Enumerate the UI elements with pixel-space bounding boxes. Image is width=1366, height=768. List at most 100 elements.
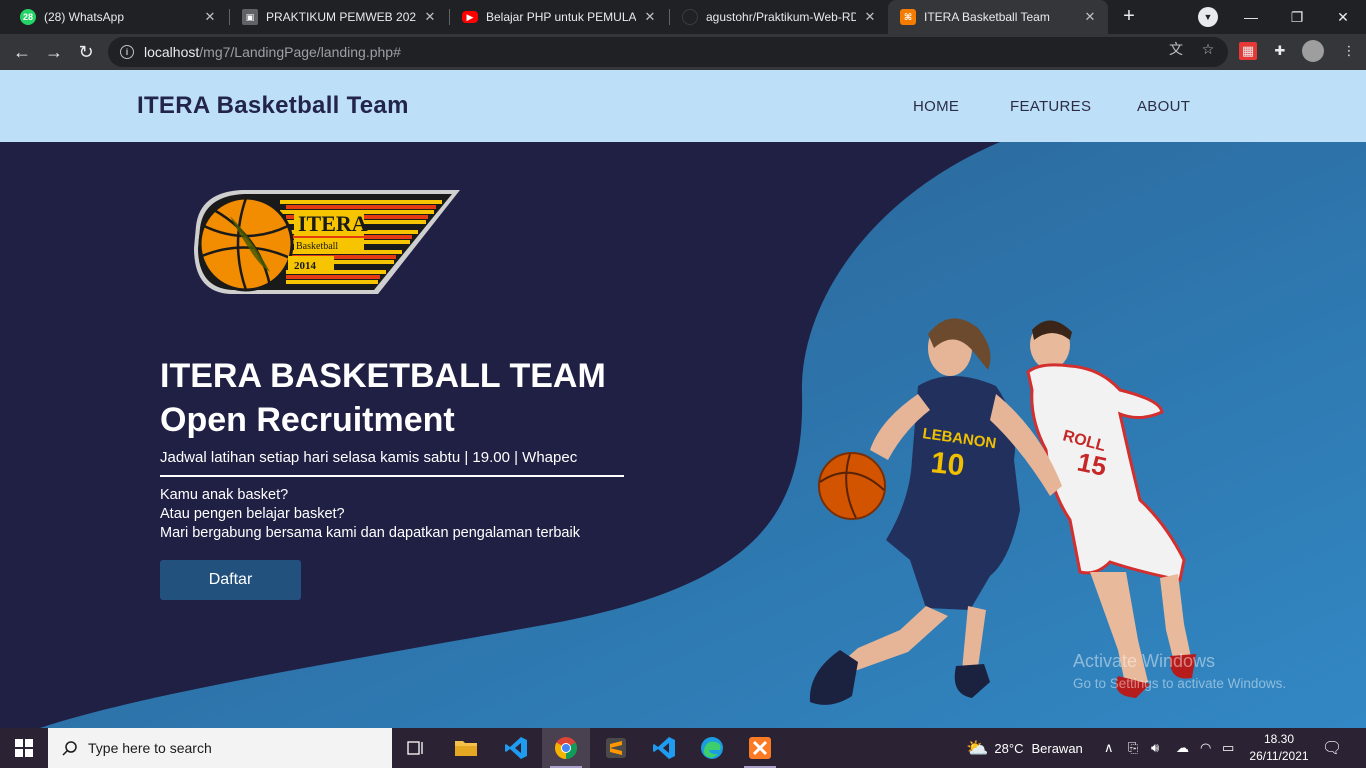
tab-praktikum[interactable]: ▣ PRAKTIKUM PEMWEB 2021 R ✕	[230, 0, 448, 34]
weather-desc: Berawan	[1031, 740, 1083, 756]
hero-title-line1: ITERA BASKETBALL TEAM	[160, 357, 606, 395]
volume-icon[interactable]: 🔊︎	[1151, 728, 1159, 768]
clock-time: 18.30	[1263, 732, 1295, 746]
hero-schedule: Jadwal latihan setiap hari selasa kamis …	[160, 449, 578, 466]
tab-github[interactable]: agustohr/Praktikum-Web-RD ✕	[670, 0, 888, 34]
jersey-right-number: 15	[1075, 447, 1110, 482]
nav-home[interactable]: HOME	[913, 98, 959, 115]
notifications-icon[interactable]: 🗨︎	[1322, 728, 1342, 768]
xampp-icon	[749, 737, 771, 759]
taskbar-search[interactable]: Type here to search	[48, 728, 392, 768]
weather-temp: 28°C	[994, 740, 1024, 756]
tab-title: Belajar PHP untuk PEMULA |	[486, 10, 636, 24]
extension-red-icon[interactable]: ▦	[1239, 42, 1257, 60]
folder-icon	[455, 741, 477, 756]
clock-date: 26/11/2021	[1249, 749, 1309, 763]
tab-whatsapp[interactable]: 28 (28) WhatsApp ✕	[8, 0, 228, 34]
activate-windows-subtitle: Go to Settings to activate Windows.	[1073, 676, 1287, 691]
windows-taskbar: Type here to search ⛅ 28°C Berawan ∧ ⎘ 🔊…	[0, 728, 1366, 768]
classroom-icon: ▣	[242, 9, 258, 25]
edge-icon	[701, 737, 723, 759]
basketball-players-image: ROLL 15 LEBANON 10	[809, 318, 1196, 705]
vscode-icon	[653, 737, 675, 759]
vscode-icon	[505, 737, 527, 759]
jersey-left-number: 10	[929, 446, 966, 482]
windows-logo-icon	[15, 739, 33, 757]
address-bar[interactable]: i localhost/mg7/LandingPage/landing.php#	[108, 37, 1228, 67]
partly-cloudy-icon: ⛅	[966, 737, 989, 758]
nav-features[interactable]: FEATURES	[1010, 98, 1091, 115]
back-button[interactable]: ←	[8, 38, 36, 66]
player-left: LEBANON 10	[809, 318, 1062, 705]
close-icon[interactable]: ✕	[202, 9, 218, 25]
taskbar-vscode-2[interactable]	[640, 728, 688, 768]
tray-chevron-icon[interactable]: ∧	[1104, 728, 1114, 768]
desc-line: Mari bergabung bersama kami dan dapatkan…	[160, 525, 580, 541]
daftar-button[interactable]: Daftar	[160, 560, 301, 600]
taskbar-edge[interactable]	[688, 728, 736, 768]
hero-title-line2: Open Recruitment	[160, 401, 455, 439]
activate-windows-title: Activate Windows	[1073, 651, 1216, 671]
translate-icon[interactable]: 文	[1167, 40, 1185, 58]
wifi-icon[interactable]: ◠	[1200, 728, 1211, 768]
logo-word: ITERA	[298, 211, 368, 236]
tab-title: ITERA Basketball Team	[924, 10, 1050, 24]
battery-icon[interactable]: ▭	[1222, 728, 1234, 768]
info-icon[interactable]: i	[120, 45, 134, 59]
sublime-text-icon	[606, 738, 626, 758]
close-window-button[interactable]: ✕	[1320, 0, 1366, 34]
tab-youtube[interactable]: ▶ Belajar PHP untuk PEMULA | ✕	[450, 0, 668, 34]
taskbar-chrome[interactable]	[542, 728, 590, 768]
taskbar-sublime[interactable]	[592, 728, 640, 768]
itera-basketball-logo: ITERA Basketball 2014	[194, 190, 460, 294]
close-icon[interactable]: ✕	[422, 9, 438, 25]
weather-widget[interactable]: ⛅ 28°C Berawan	[966, 728, 1083, 768]
reload-button[interactable]: ↻	[72, 38, 100, 66]
new-tab-button[interactable]: +	[1117, 6, 1141, 28]
tray-meet-icon[interactable]: ⎘	[1128, 728, 1138, 768]
site-brand[interactable]: ITERA Basketball Team	[137, 92, 409, 120]
close-icon[interactable]: ✕	[1082, 9, 1098, 25]
bookmark-star-icon[interactable]: ☆	[1199, 40, 1217, 58]
restore-button[interactable]: ❐	[1274, 0, 1320, 34]
taskbar-clock[interactable]: 18.30 26/11/2021	[1244, 731, 1314, 765]
menu-kebab-icon[interactable]: ⋮	[1340, 42, 1358, 60]
player-right: ROLL 15	[1026, 320, 1196, 698]
taskbar-xampp[interactable]	[736, 728, 784, 768]
tab-title: (28) WhatsApp	[44, 10, 125, 24]
whatsapp-icon: 28	[20, 9, 36, 25]
taskbar-file-explorer[interactable]	[442, 728, 490, 768]
profile-avatar-icon[interactable]	[1302, 40, 1324, 62]
xampp-icon: ⌘	[900, 9, 916, 25]
tab-title: agustohr/Praktikum-Web-RD	[706, 10, 856, 24]
task-view-icon	[407, 741, 423, 755]
logo-sub: Basketball	[296, 241, 338, 252]
search-icon	[62, 741, 77, 756]
onedrive-icon[interactable]: ☁	[1176, 728, 1189, 768]
url-host: localhost	[144, 44, 200, 60]
tab-itera-basketball[interactable]: ⌘ ITERA Basketball Team ✕	[888, 0, 1108, 34]
taskbar-vscode[interactable]	[492, 728, 540, 768]
github-icon	[682, 9, 698, 25]
tab-strip: 28 (28) WhatsApp ✕ ▣ PRAKTIKUM PEMWEB 20…	[0, 0, 1366, 34]
desc-line: Kamu anak basket?	[160, 487, 289, 503]
logo-year: 2014	[294, 260, 317, 272]
tab-search-icon[interactable]: ▼	[1198, 7, 1218, 27]
task-view-button[interactable]	[392, 728, 440, 768]
browser-toolbar: ← → ↻ i localhost/mg7/LandingPage/landin…	[0, 34, 1366, 70]
hero-title: ITERA BASKETBALL TEAM Open Recruitment	[160, 354, 606, 442]
start-button[interactable]	[0, 728, 48, 768]
web-page: ITERA Basketball Team HOME FEATURES ABOU…	[0, 70, 1366, 728]
close-icon[interactable]: ✕	[642, 9, 658, 25]
extensions-puzzle-icon[interactable]: ✚	[1271, 42, 1289, 60]
close-icon[interactable]: ✕	[862, 9, 878, 25]
forward-button[interactable]: →	[40, 38, 68, 66]
url-path: /mg7/LandingPage/landing.php#	[199, 44, 401, 60]
youtube-icon: ▶	[462, 11, 478, 23]
tab-title: PRAKTIKUM PEMWEB 2021 R	[266, 10, 416, 24]
search-placeholder: Type here to search	[88, 740, 212, 756]
nav-about[interactable]: ABOUT	[1137, 98, 1190, 115]
desc-line: Atau pengen belajar basket?	[160, 506, 345, 522]
site-navbar: ITERA Basketball Team HOME FEATURES ABOU…	[0, 70, 1366, 142]
minimize-button[interactable]: —	[1228, 0, 1274, 34]
